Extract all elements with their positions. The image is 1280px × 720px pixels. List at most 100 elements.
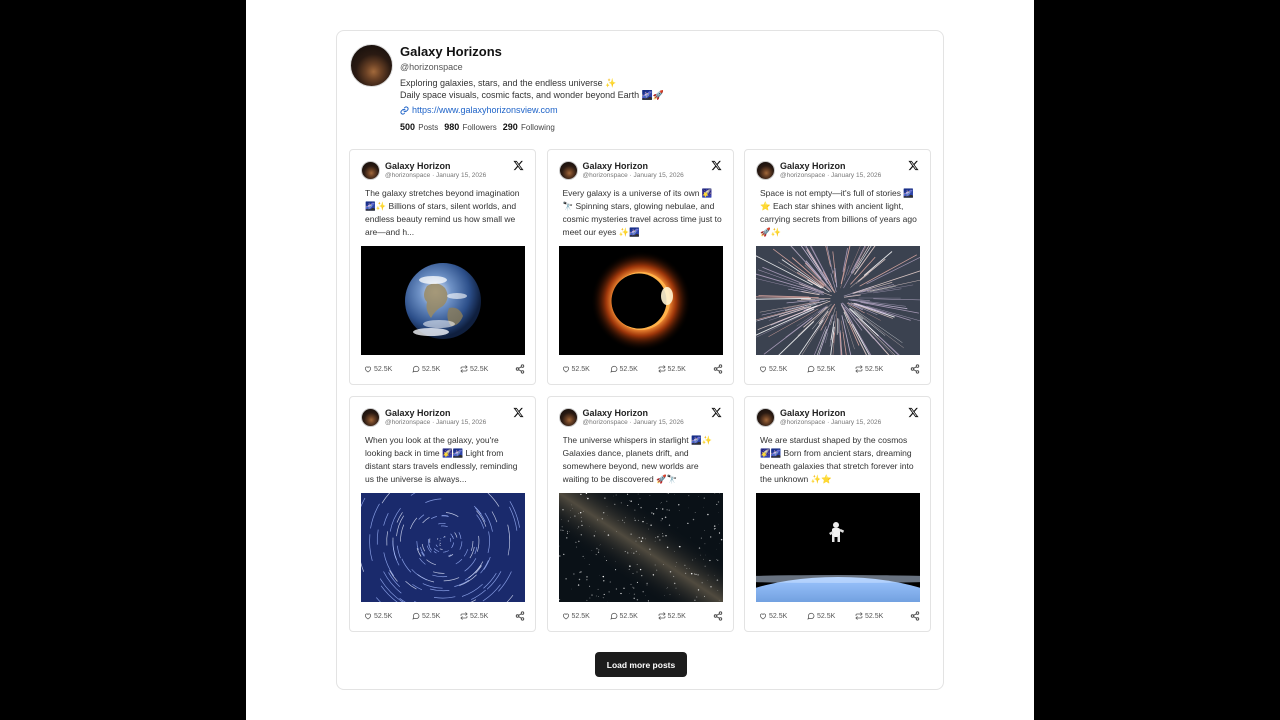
- repost-count: 52.5K: [865, 365, 884, 373]
- post-author-avatar[interactable]: [756, 408, 775, 427]
- x-logo-icon[interactable]: [513, 160, 524, 171]
- x-logo-icon[interactable]: [908, 160, 919, 171]
- post-text: When you look at the galaxy, you're look…: [365, 435, 518, 484]
- reply-button[interactable]: 52.5K: [807, 612, 855, 620]
- post-author-avatar[interactable]: [558, 408, 578, 427]
- post-text: We are stardust shaped by the cosmos 🌠🌌 …: [760, 435, 914, 484]
- repost-icon: [855, 365, 863, 373]
- post-author-name[interactable]: Galaxy Horizon: [385, 408, 451, 419]
- x-logo-icon[interactable]: [710, 407, 722, 418]
- post-card-6[interactable]: Galaxy Horizon @horizonspace · January 1…: [744, 396, 931, 632]
- post-author-avatar[interactable]: [361, 408, 380, 427]
- repost-button[interactable]: 52.5K: [460, 365, 515, 373]
- reply-count: 52.5K: [817, 612, 836, 620]
- post-card-1[interactable]: Galaxy Horizon @horizonspace · January 1…: [349, 149, 536, 385]
- reply-button[interactable]: 52.5K: [412, 612, 460, 620]
- reply-button[interactable]: 52.5K: [412, 365, 460, 373]
- post-actions: 52.5K 52.5K 52.5K: [759, 610, 920, 622]
- post-image-eclipse[interactable]: [558, 246, 723, 355]
- post-image-astronaut[interactable]: [756, 493, 920, 602]
- like-count: 52.5K: [374, 365, 393, 373]
- stat-followers-count: 980: [444, 122, 460, 132]
- x-logo-icon[interactable]: [513, 407, 524, 418]
- share-icon[interactable]: [713, 364, 723, 374]
- like-button[interactable]: 52.5K: [364, 365, 412, 373]
- post-meta: @horizonspace · January 15, 2026: [385, 419, 487, 426]
- profile-avatar[interactable]: [350, 44, 393, 87]
- post-image-milkyway[interactable]: [558, 493, 723, 602]
- reply-count: 52.5K: [817, 365, 836, 373]
- post-author-name[interactable]: Galaxy Horizon: [583, 161, 649, 172]
- stat-following[interactable]: 290 Following: [503, 122, 555, 132]
- repost-icon: [460, 612, 468, 620]
- reply-count: 52.5K: [619, 612, 638, 620]
- comment-icon: [412, 365, 420, 373]
- post-meta: @horizonspace · January 15, 2026: [582, 172, 684, 179]
- like-button[interactable]: 52.5K: [562, 365, 610, 373]
- post-meta: @horizonspace · January 15, 2026: [582, 419, 684, 426]
- share-icon[interactable]: [713, 611, 723, 621]
- post-author-avatar[interactable]: [558, 161, 578, 180]
- post-author-name[interactable]: Galaxy Horizon: [780, 408, 846, 419]
- post-author-name[interactable]: Galaxy Horizon: [780, 161, 846, 172]
- repost-icon: [657, 612, 666, 620]
- comment-icon: [609, 612, 617, 620]
- comment-icon: [412, 612, 420, 620]
- post-actions: 52.5K 52.5K 52.5K: [759, 363, 920, 375]
- profile-name[interactable]: Galaxy Horizons: [400, 44, 920, 60]
- reply-button[interactable]: 52.5K: [609, 365, 658, 373]
- heart-icon: [364, 366, 372, 373]
- repost-button[interactable]: 52.5K: [657, 365, 713, 373]
- profile-bio: Exploring galaxies, stars, and the endle…: [400, 78, 920, 101]
- repost-button[interactable]: 52.5K: [855, 365, 910, 373]
- profile-bio-line-1: Exploring galaxies, stars, and the endle…: [400, 78, 617, 88]
- like-count: 52.5K: [769, 612, 788, 620]
- post-image-warp[interactable]: [756, 246, 920, 355]
- reply-button[interactable]: 52.5K: [807, 365, 855, 373]
- post-author-avatar[interactable]: [361, 161, 380, 180]
- like-count: 52.5K: [571, 365, 590, 373]
- reply-count: 52.5K: [422, 612, 441, 620]
- stat-followers[interactable]: 980 Followers: [444, 122, 497, 132]
- share-icon[interactable]: [515, 364, 525, 374]
- post-author-avatar[interactable]: [756, 161, 775, 180]
- profile-website-text[interactable]: https://www.galaxyhorizonsview.com: [412, 105, 558, 116]
- heart-icon: [562, 366, 569, 373]
- repost-button[interactable]: 52.5K: [460, 612, 515, 620]
- stat-following-label: Following: [521, 123, 555, 132]
- post-actions: 52.5K 52.5K 52.5K: [364, 610, 525, 622]
- x-logo-icon[interactable]: [710, 160, 722, 171]
- profile-website-link[interactable]: https://www.galaxyhorizonsview.com: [400, 105, 920, 116]
- share-icon[interactable]: [910, 364, 920, 374]
- post-author-name[interactable]: Galaxy Horizon: [583, 408, 649, 419]
- post-card-4[interactable]: Galaxy Horizon @horizonspace · January 1…: [349, 396, 536, 632]
- like-button[interactable]: 52.5K: [562, 612, 610, 620]
- post-text: Every galaxy is a universe of its own 🌠🔭…: [562, 188, 722, 237]
- post-author-name[interactable]: Galaxy Horizon: [385, 161, 451, 172]
- like-button[interactable]: 52.5K: [364, 612, 412, 620]
- post-card-2[interactable]: Galaxy Horizon @horizonspace · January 1…: [546, 149, 734, 385]
- post-text: Space is not empty—it's full of stories …: [760, 188, 917, 237]
- repost-button[interactable]: 52.5K: [657, 612, 713, 620]
- like-button[interactable]: 52.5K: [759, 365, 807, 373]
- post-image-earth[interactable]: [361, 246, 525, 355]
- profile-bio-line-2: Daily space visuals, cosmic facts, and w…: [400, 89, 665, 100]
- stat-posts[interactable]: 500 Posts: [400, 122, 438, 132]
- post-meta: @horizonspace · January 15, 2026: [780, 419, 882, 426]
- post-image-startrails[interactable]: [361, 493, 525, 602]
- repost-button[interactable]: 52.5K: [855, 612, 910, 620]
- reply-button[interactable]: 52.5K: [609, 612, 658, 620]
- share-icon[interactable]: [515, 611, 525, 621]
- heart-icon: [562, 613, 569, 620]
- post-card-3[interactable]: Galaxy Horizon @horizonspace · January 1…: [744, 149, 931, 385]
- like-button[interactable]: 52.5K: [759, 612, 807, 620]
- repost-count: 52.5K: [667, 365, 686, 373]
- repost-count: 52.5K: [470, 612, 489, 620]
- load-more-button[interactable]: Load more posts: [595, 652, 687, 677]
- x-logo-icon[interactable]: [908, 407, 919, 418]
- like-count: 52.5K: [374, 612, 393, 620]
- post-card-5[interactable]: Galaxy Horizon @horizonspace · January 1…: [546, 396, 734, 632]
- link-icon: [400, 106, 409, 115]
- heart-icon: [759, 366, 767, 373]
- share-icon[interactable]: [910, 611, 920, 621]
